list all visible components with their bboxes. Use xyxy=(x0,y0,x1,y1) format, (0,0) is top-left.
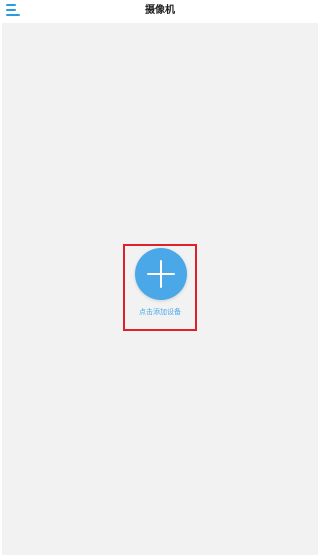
top-bar: 摄像机 xyxy=(0,0,320,22)
plus-icon-vertical xyxy=(160,260,162,288)
add-device-label[interactable]: 点击添加设备 xyxy=(125,307,195,317)
page: 摄像机 点击添加设备 xyxy=(0,0,320,557)
add-device-button[interactable]: 点击添加设备 xyxy=(123,244,197,331)
add-device-circle[interactable] xyxy=(135,248,187,300)
page-title: 摄像机 xyxy=(145,5,175,16)
